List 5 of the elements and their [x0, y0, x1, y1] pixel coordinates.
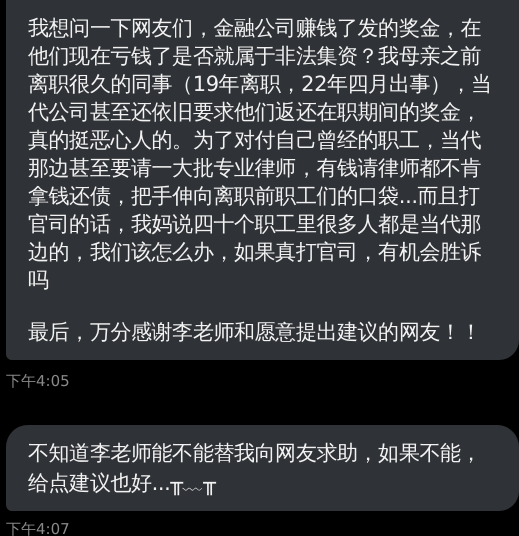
message-text: 最后，万分感谢李老师和愿意提出建议的网友！！ [28, 319, 482, 346]
message-time: 下午4:07 [6, 521, 71, 536]
message-text: 不知道李老师能不能替我向网友求助，如果不能，给点建议也好...╥﹏╥ [28, 440, 482, 498]
message-time: 下午4:05 [6, 373, 71, 390]
message-text: 我想问一下网友们，金融公司赚钱了发的奖金，在他们现在亏钱了是否就属于非法集资？我母亲之前离职很久的同事（19年离职，22年四月出事），当代公司甚至还依旧要求他们返还在职期间的奖金，真的挺恶心人的。为了对付自己曾经的职工，当代那边甚至要请一大批专业律师，有钱请律师都不肯拿钱还债，把手伸向离职前职工们的口袋...而且打官司的话，我妈说四十个职工里很多人都是当代那边的，我们该怎么办，如果真打官司，有机会胜诉吗 [28, 15, 493, 294]
